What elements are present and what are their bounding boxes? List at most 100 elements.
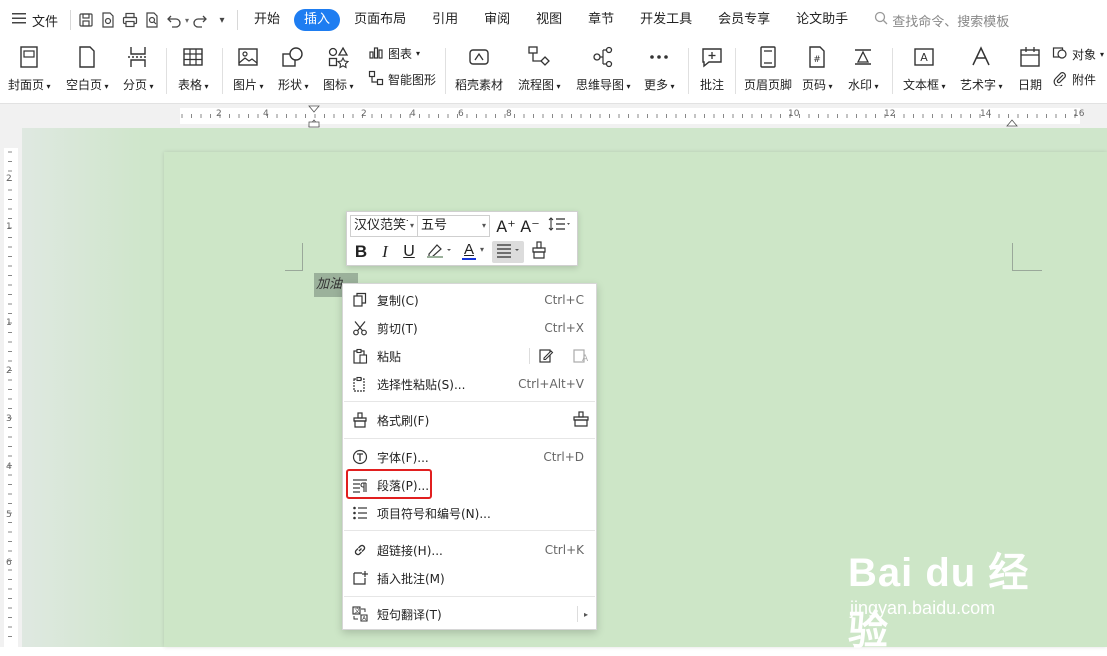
format-painter-small-icon[interactable] <box>572 410 590 430</box>
tab-0[interactable]: 开始 <box>242 9 292 31</box>
undo-icon[interactable] <box>163 9 185 31</box>
more-button[interactable]: 更多 ▾ <box>644 42 675 100</box>
tab-5[interactable]: 视图 <box>524 9 574 31</box>
smart-art-button[interactable]: 智能图形 <box>368 70 436 89</box>
ruler-number: 12 <box>884 109 896 119</box>
font-size-value: 五号 <box>421 218 448 233</box>
menu-item-copy[interactable]: 复制(C) Ctrl+C <box>343 286 596 314</box>
highlighter-icon <box>425 241 453 263</box>
underline-icon: U <box>403 243 415 260</box>
annotation-highlight-box <box>346 469 432 499</box>
text-box-icon: A <box>910 42 938 72</box>
menu-item-bullets-numbering[interactable]: 项目符号和编号(N)... <box>343 499 596 527</box>
mindmap-icon <box>589 42 617 72</box>
print-preview-icon[interactable] <box>141 9 163 31</box>
export-pdf-icon[interactable] <box>97 9 119 31</box>
mindmap-button[interactable]: 思维导图 ▾ <box>576 42 631 100</box>
picture-button[interactable]: 图片 ▾ <box>233 42 264 100</box>
horizontal-ruler[interactable]: 2 4 2 4 6 8 10 12 14 16 <box>0 104 1107 128</box>
word-art-button[interactable]: 艺术字 ▾ <box>960 42 1003 100</box>
bold-button[interactable]: B <box>350 241 372 263</box>
submenu-arrow-icon: ▸ <box>583 609 588 619</box>
ruler-number: 4 <box>410 109 416 119</box>
shape-button[interactable]: 形状 ▾ <box>278 42 309 100</box>
shrink-font-button[interactable]: A⁻ <box>519 215 541 237</box>
redo-icon[interactable] <box>189 9 211 31</box>
menu-item-cut[interactable]: 剪切(T) Ctrl+X <box>343 314 596 342</box>
command-search[interactable]: 查找命令、搜索模板 <box>874 11 1009 30</box>
chevron-down-icon: ▾ <box>481 221 486 230</box>
menu-item-translate[interactable]: 文A 短句翻译(T) ▸ <box>343 600 596 628</box>
divider <box>166 48 167 94</box>
cut-icon <box>343 320 377 336</box>
tab-7[interactable]: 开发工具 <box>628 9 704 31</box>
svg-text:A: A <box>362 616 366 622</box>
chart-button[interactable]: 图表 ▾ <box>368 44 420 63</box>
menu-item-font[interactable]: 字体(F)... Ctrl+D <box>343 443 596 471</box>
ruler-number: 16 <box>1073 109 1085 119</box>
menu-item-label: 超链接(H)... <box>377 543 443 558</box>
flowchart-button[interactable]: 流程图 ▾ <box>518 42 561 100</box>
text-box-button[interactable]: A 文本框 ▾ <box>903 42 946 100</box>
page-break-button[interactable]: 分页 ▾ <box>123 42 154 100</box>
more-label: 更多 <box>644 78 669 92</box>
date-button[interactable]: 日期 <box>1016 42 1044 100</box>
header-footer-button[interactable]: 页眉页脚 <box>744 42 792 100</box>
menu-item-format-painter[interactable]: 格式刷(F) <box>343 406 596 434</box>
icons-library-icon <box>324 42 352 72</box>
menu-item-insert-comment[interactable]: 插入批注(M) <box>343 564 596 592</box>
menu-item-paste-special[interactable]: 选择性粘贴(S)... Ctrl+Alt+V <box>343 370 596 398</box>
align-button[interactable] <box>492 241 524 263</box>
menu-item-label: 格式刷(F) <box>377 413 430 428</box>
tab-6[interactable]: 章节 <box>576 9 626 31</box>
quick-access-more-icon[interactable]: ▾ <box>211 9 233 31</box>
menu-item-hyperlink[interactable]: 超链接(H)... Ctrl+K <box>343 536 596 564</box>
vertical-ruler[interactable]: 2 1 1 2 3 4 5 6 <box>0 128 22 647</box>
tab-4[interactable]: 审阅 <box>472 9 522 31</box>
icon-button[interactable]: 图标 ▾ <box>323 42 354 100</box>
italic-button[interactable]: I <box>374 241 396 263</box>
tab-1[interactable]: 插入 <box>294 9 341 31</box>
blank-page-button[interactable]: 空白页 ▾ <box>66 42 109 100</box>
bold-icon: B <box>354 242 368 261</box>
file-menu[interactable]: 文件 <box>0 0 66 40</box>
highlight-color-button[interactable] <box>424 241 454 263</box>
attachment-label: 附件 <box>1072 73 1097 87</box>
underline-button[interactable]: U <box>398 241 420 263</box>
smart-art-icon <box>368 70 384 89</box>
attachment-button[interactable]: 附件 <box>1052 70 1096 89</box>
insert-ribbon: 封面页 ▾ 空白页 ▾ 分页 ▾ 表格 ▾ 图片 ▾ 形状 ▾ 图标 ▾ 图表 ▾… <box>0 40 1107 104</box>
paste-text-only-icon[interactable]: A <box>572 347 589 366</box>
ruler-number: 10 <box>788 109 800 119</box>
object-button[interactable]: 对象 ▾ <box>1052 45 1104 64</box>
menu-item-label: 字体(F)... <box>377 450 429 465</box>
docer-material-button[interactable]: 稻壳素材 <box>455 42 503 100</box>
save-icon[interactable] <box>75 9 97 31</box>
tab-3[interactable]: 引用 <box>420 9 470 31</box>
table-icon <box>179 42 207 72</box>
tab-2[interactable]: 页面布局 <box>342 9 418 31</box>
font-color-button[interactable]: A ▾ <box>460 241 490 263</box>
print-icon[interactable] <box>119 9 141 31</box>
menu-item-paste[interactable]: 粘贴 A <box>343 342 596 370</box>
page-number-button[interactable]: # 页码 ▾ <box>802 42 833 100</box>
grow-font-button[interactable]: A⁺ <box>495 215 517 237</box>
divider <box>529 348 530 364</box>
tab-9[interactable]: 论文助手 <box>784 9 860 31</box>
table-button[interactable]: 表格 ▾ <box>178 42 209 100</box>
font-name-select[interactable]: 汉仪范笑言 ▾ <box>350 215 418 237</box>
menu-separator <box>344 401 595 402</box>
line-spacing-button[interactable] <box>544 215 574 237</box>
comment-button[interactable]: 批注 <box>698 42 726 100</box>
flowchart-icon <box>525 42 553 72</box>
tab-8[interactable]: 会员专享 <box>706 9 782 31</box>
paste-keep-format-icon[interactable] <box>538 347 554 366</box>
picture-label: 图片 <box>233 78 258 92</box>
cover-page-button[interactable]: 封面页 ▾ <box>8 42 51 100</box>
font-color-letter: A <box>464 241 475 258</box>
word-art-icon <box>967 42 995 72</box>
font-size-select[interactable]: 五号 ▾ <box>417 215 490 237</box>
file-menu-label: 文件 <box>32 14 59 30</box>
watermark-button[interactable]: 水印 ▾ <box>848 42 879 100</box>
format-painter-button[interactable] <box>528 241 550 263</box>
